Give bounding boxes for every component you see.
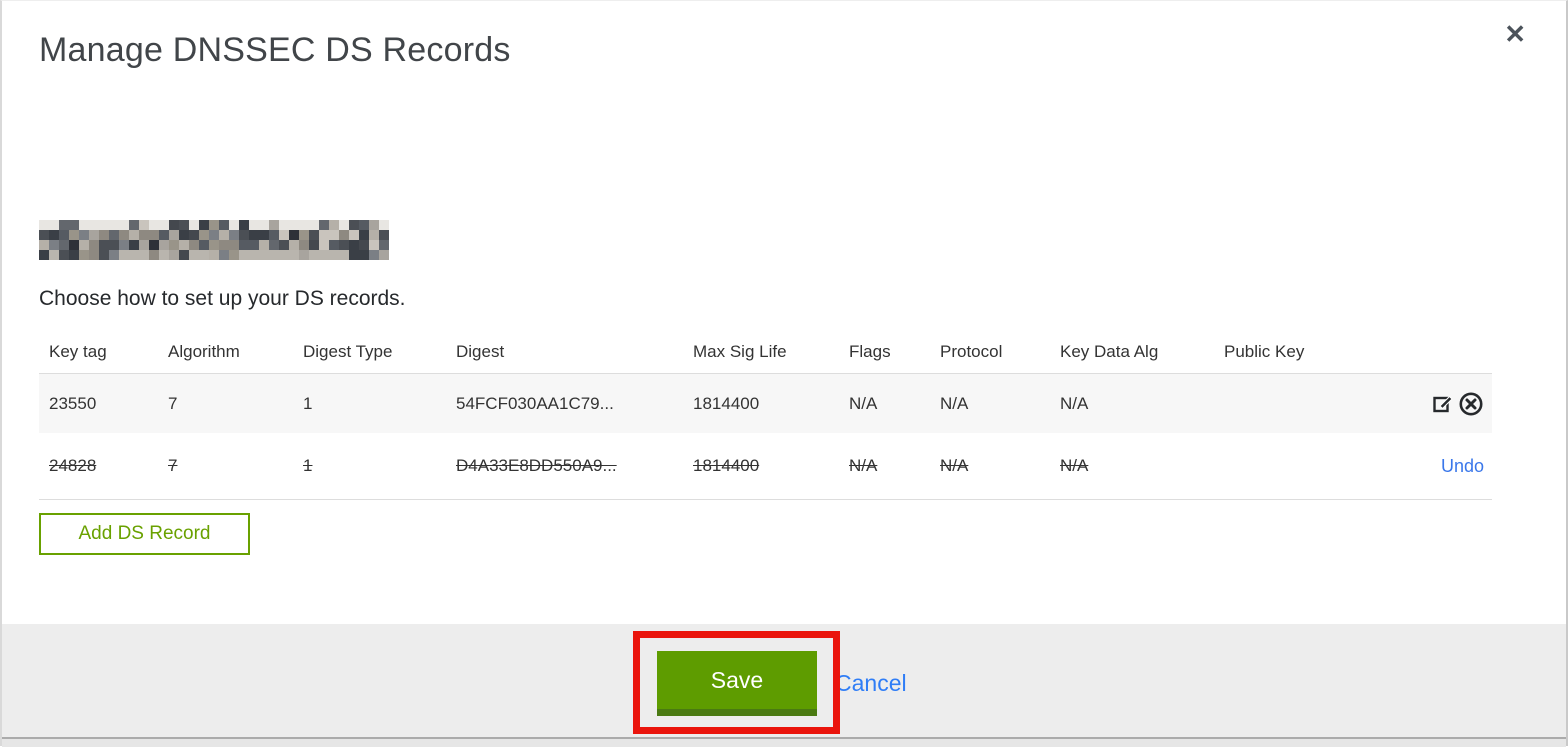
delete-record-icon[interactable]: [1458, 391, 1484, 417]
cell-digest-type: 1: [303, 393, 313, 413]
cell-algorithm: 7: [168, 393, 178, 413]
close-icon[interactable]: ✕: [1504, 21, 1526, 47]
cell-digest: 54FCF030AA1C79...: [456, 393, 614, 413]
cell-algorithm: 7: [168, 456, 178, 475]
table-row-ds-record-23550: 23550 7 1 54FCF030AA1C79... 1814400 N/A …: [39, 373, 1492, 433]
column-header-key-tag: Key tag: [49, 342, 107, 361]
cancel-link[interactable]: Cancel: [835, 670, 907, 697]
cell-key-data-alg: N/A: [1060, 456, 1089, 475]
column-header-digest: Digest: [456, 342, 505, 361]
column-header-key-data-alg: Key Data Alg: [1060, 342, 1159, 361]
add-ds-record-button[interactable]: Add DS Record: [39, 513, 250, 555]
column-header-flags: Flags: [849, 342, 891, 361]
cell-key-data-alg: N/A: [1060, 393, 1089, 413]
cell-max-sig-life: 1814400: [693, 393, 760, 413]
cell-digest-type: 1: [303, 456, 313, 475]
cell-key-tag: 24828: [49, 456, 97, 475]
table-row-ds-record-24828: 24828 7 1 D4A33E8DD550A9... 1814400 N/A …: [39, 433, 1492, 500]
column-header-digest-type: Digest Type: [303, 342, 393, 361]
column-header-max-sig-life: Max Sig Life: [693, 342, 787, 361]
dnssec-modal: Manage DNSSEC DS Records ✕ Choose how to…: [0, 0, 1568, 747]
undo-link[interactable]: Undo: [1441, 456, 1484, 476]
page-title: Manage DNSSEC DS Records: [39, 31, 511, 69]
cell-protocol: N/A: [940, 456, 969, 475]
column-header-protocol: Protocol: [940, 342, 1003, 361]
cell-flags: N/A: [849, 393, 878, 413]
redacted-domain-name: [39, 220, 389, 260]
instruction-text: Choose how to set up your DS records.: [39, 287, 406, 310]
cell-protocol: N/A: [940, 393, 969, 413]
column-header-algorithm: Algorithm: [168, 342, 240, 361]
cell-digest: D4A33E8DD550A9...: [456, 456, 617, 475]
cell-max-sig-life: 1814400: [693, 456, 760, 475]
row-actions: [1352, 391, 1492, 417]
ds-records-table: Key tag Algorithm Digest Type Digest Max…: [39, 331, 1492, 500]
table-header-row: Key tag Algorithm Digest Type Digest Max…: [39, 331, 1492, 373]
cell-flags: N/A: [849, 456, 878, 475]
edit-record-icon[interactable]: [1432, 392, 1456, 416]
row-actions: Undo: [1352, 456, 1492, 477]
cell-key-tag: 23550: [49, 393, 97, 413]
save-button[interactable]: Save: [657, 651, 817, 716]
column-header-public-key: Public Key: [1224, 342, 1305, 361]
